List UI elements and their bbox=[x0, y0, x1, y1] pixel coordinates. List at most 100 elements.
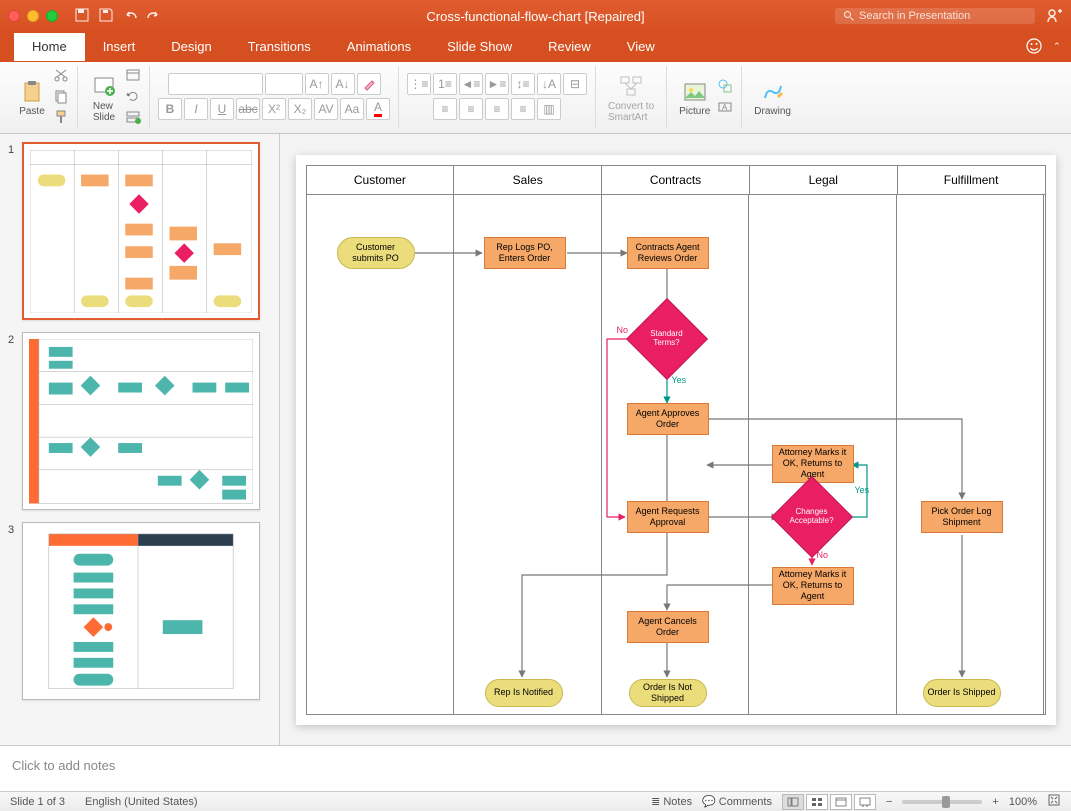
superscript-button[interactable]: X² bbox=[262, 98, 286, 120]
textbox-icon[interactable]: A bbox=[717, 99, 733, 118]
undo-icon[interactable] bbox=[122, 7, 138, 26]
ribbon: Paste New Slide A↑ A↓ bbox=[0, 62, 1071, 134]
decrease-font-icon[interactable]: A↓ bbox=[331, 73, 355, 95]
sorter-view-icon[interactable] bbox=[806, 794, 828, 810]
line-spacing-icon[interactable]: ↕≡ bbox=[511, 73, 535, 95]
char-spacing-icon[interactable]: AV bbox=[314, 98, 338, 120]
search-placeholder: Search in Presentation bbox=[859, 10, 970, 22]
fc-terminal[interactable]: Rep Is Notified bbox=[485, 679, 563, 707]
change-case-icon[interactable]: Aa bbox=[340, 98, 364, 120]
slide-thumbnail-3[interactable] bbox=[22, 522, 260, 700]
picture-button[interactable]: Picture bbox=[675, 76, 714, 119]
fc-decision[interactable]: Changes Acceptable? bbox=[783, 488, 841, 546]
tab-home[interactable]: Home bbox=[14, 33, 85, 61]
text-direction-icon[interactable]: ↓A bbox=[537, 73, 561, 95]
zoom-out-icon[interactable]: − bbox=[886, 796, 892, 808]
notes-toggle[interactable]: ≣ Notes bbox=[651, 795, 692, 808]
maximize-window[interactable] bbox=[46, 10, 58, 22]
collapse-ribbon-icon[interactable]: ˆ bbox=[1055, 40, 1059, 55]
thumb-number: 3 bbox=[8, 522, 22, 700]
fc-decision[interactable]: Standard Terms? bbox=[638, 310, 696, 368]
align-left-icon[interactable]: ≡ bbox=[433, 98, 457, 120]
emoji-icon[interactable] bbox=[1025, 37, 1043, 58]
reading-view-icon[interactable] bbox=[830, 794, 852, 810]
slide-thumbnail-2[interactable] bbox=[22, 332, 260, 510]
lane-header: Contracts bbox=[602, 166, 750, 194]
reset-icon[interactable] bbox=[125, 88, 141, 107]
slide-canvas[interactable]: Customer Sales Contracts Legal Fulfillme… bbox=[296, 155, 1056, 725]
cut-icon[interactable] bbox=[53, 67, 69, 86]
convert-smartart-button[interactable]: Convert to SmartArt bbox=[604, 71, 658, 125]
numbering-icon[interactable]: 1≡ bbox=[433, 73, 457, 95]
normal-view-icon[interactable] bbox=[782, 794, 804, 810]
lane-header: Sales bbox=[454, 166, 602, 194]
notes-pane[interactable]: Click to add notes bbox=[0, 745, 1071, 791]
bold-button[interactable]: B bbox=[158, 98, 182, 120]
decision-label-yes: Yes bbox=[855, 485, 870, 495]
lane-header: Legal bbox=[750, 166, 898, 194]
columns-icon[interactable]: ▥ bbox=[537, 98, 561, 120]
slideshow-view-icon[interactable] bbox=[854, 794, 876, 810]
zoom-level[interactable]: 100% bbox=[1009, 796, 1037, 808]
fc-process[interactable]: Agent Requests Approval bbox=[627, 501, 709, 533]
copy-icon[interactable] bbox=[53, 88, 69, 107]
save-icon[interactable] bbox=[98, 7, 114, 26]
fc-process[interactable]: Pick Order Log Shipment bbox=[921, 501, 1003, 533]
italic-button[interactable]: I bbox=[184, 98, 208, 120]
format-painter-icon[interactable] bbox=[53, 109, 69, 128]
thumb-number: 1 bbox=[8, 142, 22, 320]
underline-button[interactable]: U bbox=[210, 98, 234, 120]
align-text-icon[interactable]: ⊟ bbox=[563, 73, 587, 95]
section-icon[interactable] bbox=[125, 109, 141, 128]
share-icon[interactable] bbox=[1045, 6, 1063, 27]
close-window[interactable] bbox=[8, 10, 20, 22]
paste-button[interactable]: Paste bbox=[14, 76, 50, 119]
clear-format-icon[interactable] bbox=[357, 73, 381, 95]
strikethrough-button[interactable]: abc bbox=[236, 98, 260, 120]
bullets-icon[interactable]: ⋮≡ bbox=[407, 73, 431, 95]
tab-design[interactable]: Design bbox=[153, 33, 229, 61]
fit-to-window-icon[interactable] bbox=[1047, 793, 1061, 810]
slide-thumbnail-1[interactable] bbox=[22, 142, 260, 320]
fc-terminal[interactable]: Order Is Not Shipped bbox=[629, 679, 707, 707]
search-input[interactable]: Search in Presentation bbox=[835, 8, 1035, 24]
decision-label-no: No bbox=[817, 550, 829, 560]
increase-indent-icon[interactable]: ►≡ bbox=[485, 73, 509, 95]
font-color-icon[interactable]: A bbox=[366, 98, 390, 120]
tab-slideshow[interactable]: Slide Show bbox=[429, 33, 530, 61]
align-right-icon[interactable]: ≡ bbox=[485, 98, 509, 120]
thumb-number: 2 bbox=[8, 332, 22, 510]
fc-terminal[interactable]: Customer submits PO bbox=[337, 237, 415, 269]
zoom-slider[interactable] bbox=[902, 800, 982, 804]
comments-toggle[interactable]: 💬 Comments bbox=[702, 795, 772, 808]
subscript-button[interactable]: X₂ bbox=[288, 98, 312, 120]
drawing-button[interactable]: Drawing bbox=[750, 76, 795, 119]
layout-icon[interactable] bbox=[125, 67, 141, 86]
zoom-in-icon[interactable]: + bbox=[992, 796, 998, 808]
redo-icon[interactable] bbox=[146, 7, 162, 26]
window-controls bbox=[8, 10, 58, 22]
new-slide-button[interactable]: New Slide bbox=[86, 71, 122, 125]
fc-terminal[interactable]: Order Is Shipped bbox=[923, 679, 1001, 707]
align-center-icon[interactable]: ≡ bbox=[459, 98, 483, 120]
decrease-indent-icon[interactable]: ◄≡ bbox=[459, 73, 483, 95]
fc-process[interactable]: Attorney Marks it OK, Returns to Agent bbox=[772, 567, 854, 605]
tab-animations[interactable]: Animations bbox=[329, 33, 429, 61]
fc-process[interactable]: Agent Cancels Order bbox=[627, 611, 709, 643]
minimize-window[interactable] bbox=[27, 10, 39, 22]
font-size-selector[interactable] bbox=[265, 73, 303, 95]
lane-header: Customer bbox=[307, 166, 455, 194]
tab-transitions[interactable]: Transitions bbox=[230, 33, 329, 61]
tab-view[interactable]: View bbox=[609, 33, 673, 61]
fc-process[interactable]: Agent Approves Order bbox=[627, 403, 709, 435]
increase-font-icon[interactable]: A↑ bbox=[305, 73, 329, 95]
autosave-icon[interactable] bbox=[74, 7, 90, 26]
fc-process[interactable]: Contracts Agent Reviews Order bbox=[627, 237, 709, 269]
justify-icon[interactable]: ≡ bbox=[511, 98, 535, 120]
tab-review[interactable]: Review bbox=[530, 33, 609, 61]
fc-process[interactable]: Rep Logs PO, Enters Order bbox=[484, 237, 566, 269]
font-selector[interactable] bbox=[168, 73, 263, 95]
language-status[interactable]: English (United States) bbox=[85, 796, 198, 808]
tab-insert[interactable]: Insert bbox=[85, 33, 154, 61]
shapes-icon[interactable] bbox=[717, 78, 733, 97]
